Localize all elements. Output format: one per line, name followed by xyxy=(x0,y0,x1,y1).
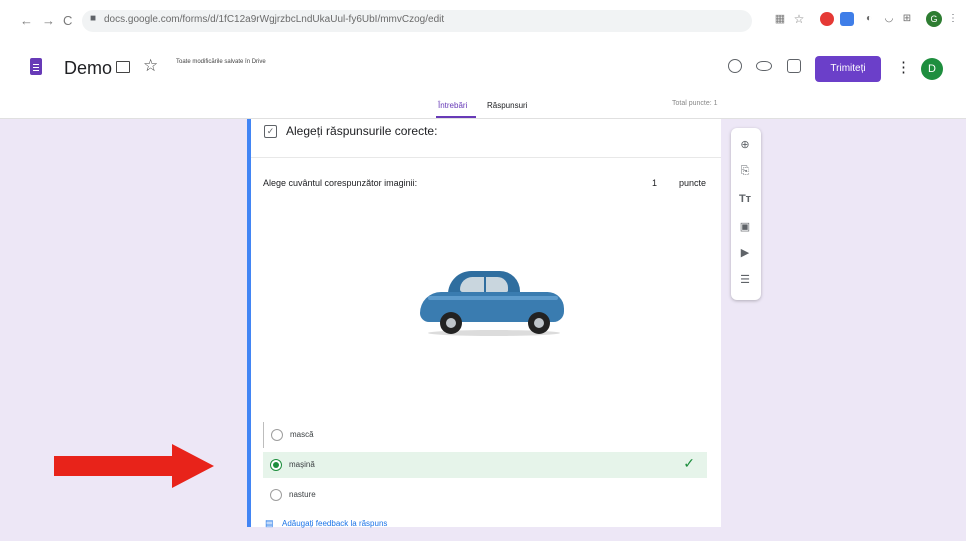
tab-responses[interactable]: Răspunsuri xyxy=(487,100,527,112)
tab-questions[interactable]: Întrebări xyxy=(438,100,467,112)
question-text: Alege cuvântul corespunzător imaginii: xyxy=(263,178,418,188)
form-title[interactable]: Demo xyxy=(64,58,112,79)
correct-check-icon: ✓ xyxy=(683,455,695,471)
checkbox-icon: ✓ xyxy=(264,125,277,138)
import-questions-icon[interactable]: ⎘ xyxy=(737,163,753,179)
car-front-wheel xyxy=(528,312,550,334)
option-masca[interactable]: mască xyxy=(263,422,708,448)
send-button[interactable]: Trimiteți xyxy=(815,56,881,82)
add-feedback-link[interactable]: Adăugați feedback la răspuns xyxy=(282,519,387,528)
red-arrow-icon xyxy=(54,444,214,488)
save-status: Toate modificările salvate în Drive xyxy=(176,59,266,65)
radio-button-selected[interactable] xyxy=(270,459,282,471)
car-highlight xyxy=(428,296,558,300)
car-window-pillar xyxy=(484,277,486,292)
option-label: mască xyxy=(290,430,314,439)
reload-button[interactable]: C xyxy=(63,12,72,30)
option-masina[interactable]: mașină ✓ xyxy=(263,452,707,478)
more-icon[interactable]: ⋮ xyxy=(896,58,911,76)
address-bar[interactable]: ■ docs.google.com/forms/d/1fC12a9rWgjrzb… xyxy=(82,10,752,32)
car-image xyxy=(418,266,568,338)
settings-icon[interactable] xyxy=(787,59,801,73)
star-icon[interactable]: ☆ xyxy=(143,56,158,76)
forward-button[interactable]: → xyxy=(42,12,55,30)
points-input[interactable]: 1 xyxy=(652,178,657,188)
browser-avatar[interactable]: G xyxy=(926,11,942,27)
option-nasture[interactable]: nasture xyxy=(263,482,707,508)
feedback-icon[interactable]: ▤ xyxy=(265,518,274,529)
radio-button[interactable] xyxy=(270,489,282,501)
folder-icon[interactable] xyxy=(116,61,130,73)
url-text: docs.google.com/forms/d/1fC12a9rWgjrzbcL… xyxy=(104,14,445,25)
browser-menu-icon[interactable]: ⋮ xyxy=(946,12,960,26)
add-section-icon[interactable]: ☰ xyxy=(737,272,753,288)
points-label: puncte xyxy=(679,178,707,188)
radio-button[interactable] xyxy=(271,429,283,441)
avatar[interactable]: D xyxy=(921,58,943,80)
active-tab-indicator xyxy=(436,116,476,118)
answer-key-title: Alegeți răspunsurile corecte: xyxy=(286,124,438,138)
puzzle-icon[interactable]: ◡ xyxy=(882,12,896,26)
red-extension-icon[interactable] xyxy=(820,12,834,26)
extension-icon[interactable]: ◐ xyxy=(862,12,876,26)
add-title-icon[interactable]: Tт xyxy=(737,191,753,207)
forms-logo-icon[interactable] xyxy=(30,58,42,75)
palette-icon[interactable] xyxy=(728,59,742,73)
eye-icon[interactable] xyxy=(756,61,772,71)
add-image-icon[interactable]: ▣ xyxy=(737,219,753,235)
grid-icon[interactable]: ⊞ xyxy=(900,12,914,26)
bookmark-star-icon[interactable]: ☆ xyxy=(792,12,806,26)
option-label: nasture xyxy=(289,490,316,499)
back-button[interactable]: ← xyxy=(20,12,33,30)
blue-extension-icon[interactable] xyxy=(840,12,854,26)
lock-icon: ■ xyxy=(90,13,97,24)
car-rear-wheel xyxy=(440,312,462,334)
option-label: mașină xyxy=(289,460,315,469)
tabs-row xyxy=(0,94,966,119)
total-points: Total puncte: 1 xyxy=(672,100,718,107)
add-question-icon[interactable]: ⊕ xyxy=(737,137,753,153)
add-video-icon[interactable]: ▶ xyxy=(737,245,753,261)
qr-icon[interactable]: ▦ xyxy=(773,12,787,26)
